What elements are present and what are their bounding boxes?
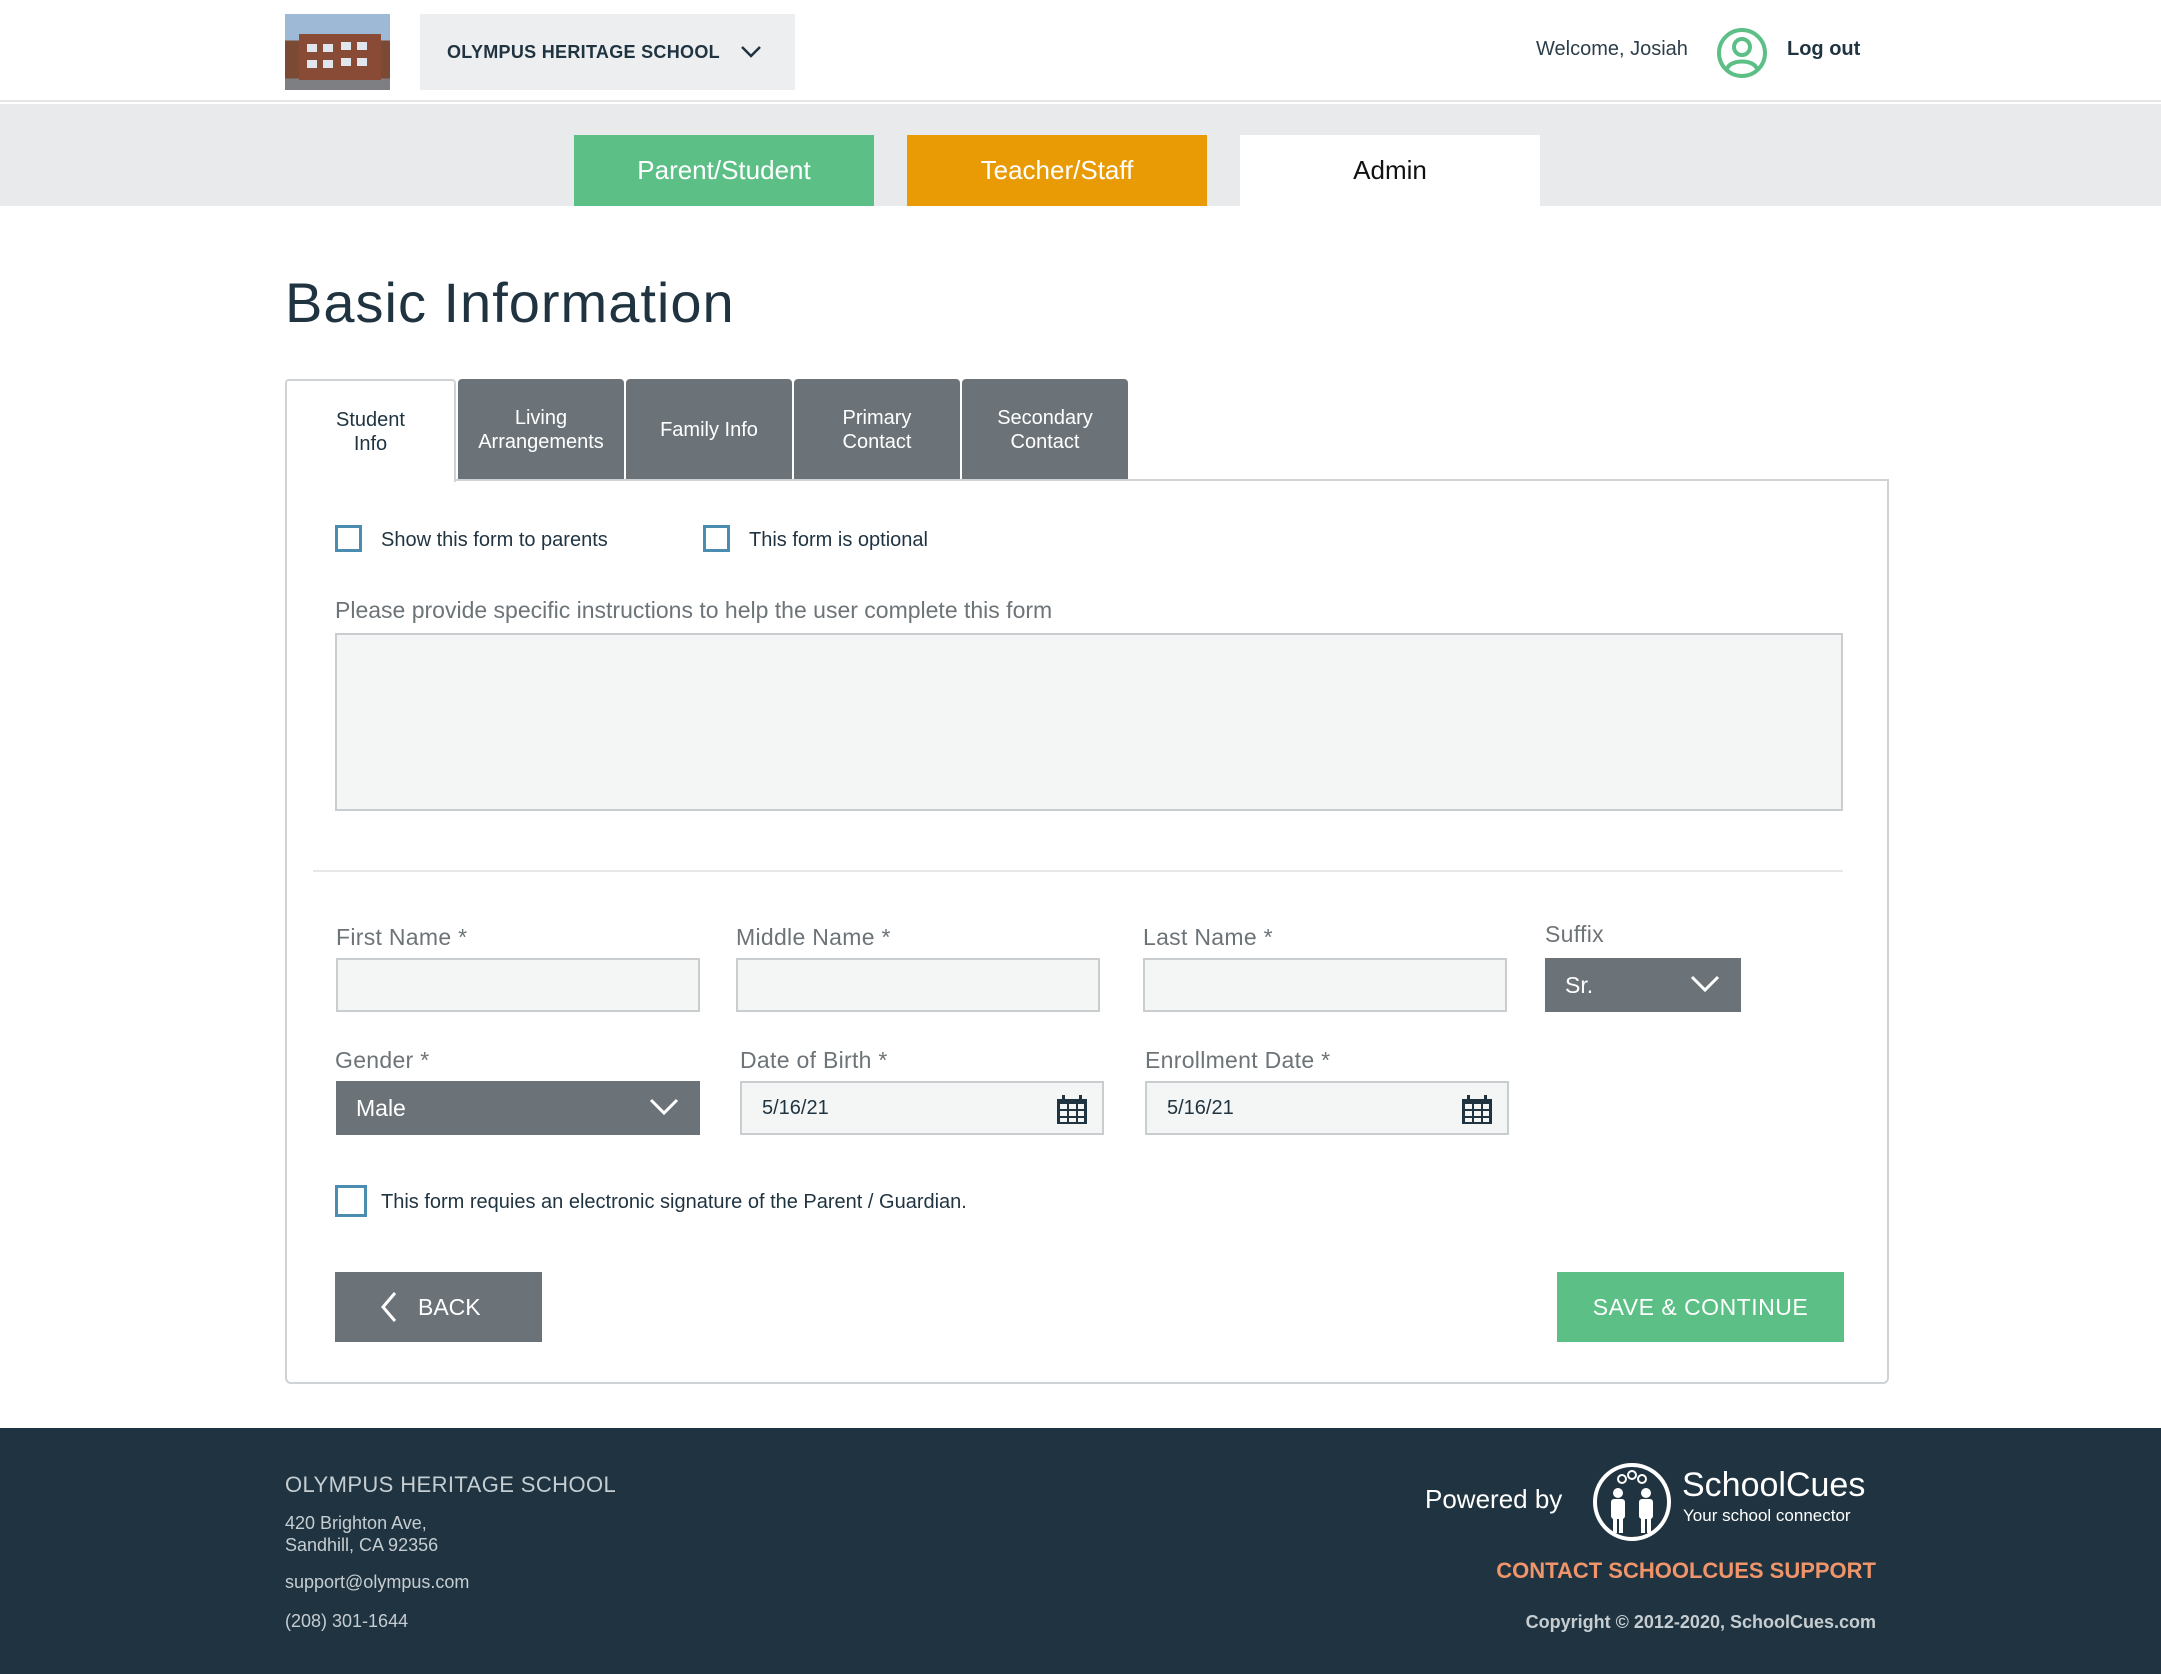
top-header: OLYMPUS HERITAGE SCHOOL Welcome, Josiah … <box>0 0 2161 102</box>
middle-name-label: Middle Name * <box>736 924 891 950</box>
section-divider <box>313 870 1843 872</box>
gender-value: Male <box>356 1094 406 1121</box>
window <box>357 42 367 50</box>
optional-form-checkbox[interactable] <box>703 525 730 552</box>
back-button[interactable]: BACK <box>335 1272 542 1342</box>
footer-address-line1: 420 Brighton Ave, <box>285 1513 427 1533</box>
window <box>323 60 333 68</box>
gender-select[interactable]: Male <box>336 1081 700 1135</box>
tab-primary-contact[interactable]: Primary Contact <box>794 379 960 480</box>
instructions-label: Please provide specific instructions to … <box>335 597 1053 623</box>
first-name-input[interactable] <box>336 958 700 1012</box>
form-tabs: Student Info Living Arrangements Family … <box>285 379 1130 482</box>
tab-admin[interactable]: Admin <box>1240 135 1540 206</box>
tab-family-info[interactable]: Family Info <box>626 379 792 480</box>
chevron-down-icon <box>1690 975 1720 993</box>
last-name-input[interactable] <box>1143 958 1507 1012</box>
enrollment-date-input[interactable]: 5/16/21 <box>1145 1081 1509 1135</box>
window <box>307 60 317 68</box>
window <box>323 44 333 52</box>
tab-living-arrangements[interactable]: Living Arrangements <box>458 379 624 480</box>
window <box>357 58 367 66</box>
school-building-image <box>299 34 381 80</box>
show-to-parents-checkbox[interactable] <box>335 525 362 552</box>
window <box>341 42 351 50</box>
first-name-label: First Name * <box>336 924 468 950</box>
dob-value: 5/16/21 <box>762 1096 829 1119</box>
schoolcues-tagline: Your school connector <box>1683 1506 1851 1525</box>
tab-student-info[interactable]: Student Info <box>285 379 456 482</box>
footer-phone: (208) 301-1644 <box>285 1611 409 1631</box>
footer: OLYMPUS HERITAGE SCHOOL 420 Brighton Ave… <box>0 1428 2161 1674</box>
calendar-icon[interactable] <box>1461 1095 1493 1125</box>
dob-input[interactable]: 5/16/21 <box>740 1081 1104 1135</box>
show-to-parents-label: Show this form to parents <box>381 529 608 551</box>
enrollment-date-label: Enrollment Date * <box>1145 1047 1331 1073</box>
copyright-text: Copyright © 2012-2020, SchoolCues.com <box>1525 1612 1876 1632</box>
schoolcues-brand: SchoolCues <box>1682 1466 1866 1504</box>
page-title: Basic Information <box>285 271 735 334</box>
chevron-left-icon <box>381 1292 397 1322</box>
schoolcues-logo-icon <box>1593 1463 1671 1541</box>
instructions-textarea[interactable] <box>335 633 1843 811</box>
school-photo <box>285 14 390 90</box>
middle-name-input[interactable] <box>736 958 1100 1012</box>
chevron-down-icon <box>741 46 761 58</box>
school-selector[interactable]: OLYMPUS HERITAGE SCHOOL <box>420 14 795 90</box>
calendar-icon[interactable] <box>1056 1095 1088 1125</box>
gender-label: Gender * <box>335 1047 430 1073</box>
window <box>307 44 317 52</box>
footer-email[interactable]: support@olympus.com <box>285 1572 469 1593</box>
enrollment-date-value: 5/16/21 <box>1167 1096 1234 1119</box>
school-selector-label: OLYMPUS HERITAGE SCHOOL <box>447 41 720 62</box>
role-tab-bar: Parent/Student Teacher/Staff Admin <box>0 104 2161 206</box>
footer-address-line2: Sandhill, CA 92356 <box>285 1535 439 1555</box>
welcome-text: Welcome, Josiah <box>1536 38 1688 60</box>
suffix-select[interactable]: Sr. <box>1545 958 1741 1012</box>
optional-form-label: This form is optional <box>749 529 928 551</box>
contact-support-link[interactable]: CONTACT SCHOOLCUES SUPPORT <box>1496 1558 1876 1584</box>
user-avatar-icon[interactable] <box>1716 27 1768 79</box>
signature-label: This form requies an electronic signatur… <box>381 1191 967 1213</box>
tab-parent-student[interactable]: Parent/Student <box>574 135 874 206</box>
dob-label: Date of Birth * <box>740 1047 888 1073</box>
powered-by-text: Powered by <box>1425 1484 1563 1514</box>
tab-teacher-staff[interactable]: Teacher/Staff <box>907 135 1207 206</box>
save-continue-button[interactable]: SAVE & CONTINUE <box>1557 1272 1844 1342</box>
footer-school-name: OLYMPUS HERITAGE SCHOOL <box>285 1472 617 1497</box>
logout-link[interactable]: Log out <box>1787 38 1860 61</box>
chevron-down-icon <box>649 1098 679 1116</box>
tab-secondary-contact[interactable]: Secondary Contact <box>962 379 1128 480</box>
back-button-label: BACK <box>418 1293 481 1320</box>
footer-address: 420 Brighton Ave, Sandhill, CA 92356 <box>285 1512 438 1556</box>
signature-checkbox[interactable] <box>335 1185 367 1217</box>
suffix-value: Sr. <box>1565 971 1594 998</box>
window <box>341 58 351 66</box>
last-name-label: Last Name * <box>1143 924 1273 950</box>
form-card: Show this form to parents This form is o… <box>285 479 1889 1384</box>
suffix-label: Suffix <box>1545 921 1604 947</box>
